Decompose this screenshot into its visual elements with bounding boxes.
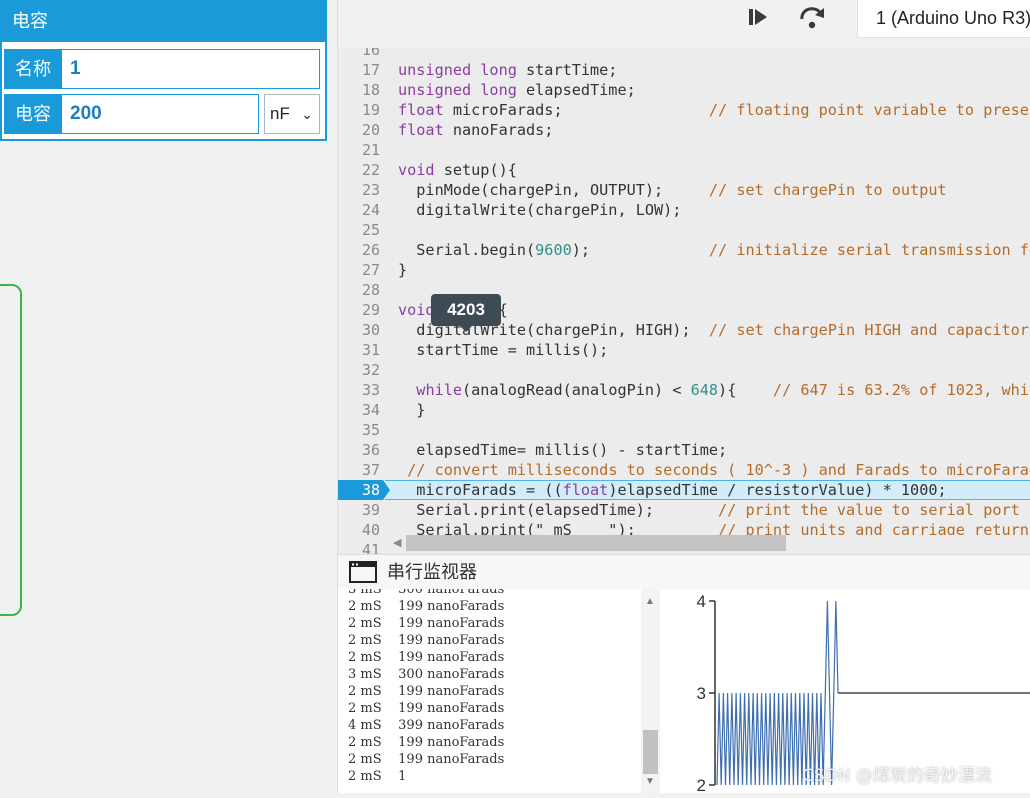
code-line: // convert milliseconds to seconds ( 10^… (407, 461, 1030, 479)
inspector-title: 电容 (2, 0, 325, 42)
serial-line: 3 mS 300 nanoFarads (348, 589, 505, 597)
scroll-left-icon[interactable]: ◀ (393, 536, 401, 549)
code-line: } (398, 401, 426, 419)
line-number[interactable]: 24 (338, 200, 380, 220)
code-line: startTime = millis(); (398, 341, 609, 359)
serial-line: 2 mS 199 nanoFarads (348, 599, 505, 614)
line-number[interactable]: 32 (338, 360, 380, 380)
unit-select[interactable]: nF ⌄ (264, 94, 320, 134)
line-number[interactable]: 20 (338, 120, 380, 140)
y-tick-label: 2 (697, 776, 706, 793)
serial-line: 2 mS 199 nanoFarads (348, 701, 505, 716)
code-line: void setup(){ (398, 161, 517, 179)
vertical-scroll-thumb[interactable] (643, 730, 658, 774)
device-select[interactable]: 1 (Arduino Uno R3) (857, 0, 1030, 38)
line-number[interactable]: 21 (338, 140, 380, 160)
code-line: float nanoFarads; (398, 121, 554, 139)
scroll-up-icon[interactable]: ▲ (645, 596, 655, 607)
capacitance-input[interactable]: 200 (62, 94, 259, 134)
code-line: pinMode(chargePin, OUTPUT); // set charg… (398, 181, 947, 199)
horizontal-scroll-thumb[interactable] (406, 535, 786, 551)
series-line (716, 600, 839, 786)
name-input[interactable]: 1 (62, 49, 320, 89)
serial-line: 2 mS 199 nanoFarads (348, 752, 505, 767)
line-number[interactable]: 39 (338, 500, 380, 520)
step-over-icon[interactable] (798, 4, 828, 30)
line-number[interactable]: 41 (338, 540, 380, 554)
serial-line: 2 mS 199 nanoFarads (348, 735, 505, 750)
code-line: while(analogRead(analogPin) < 648){ // 6… (416, 381, 1030, 399)
debug-toolbar: 1 (Arduino Uno R3) (337, 0, 1030, 48)
capacitance-row: 电容 200 (4, 94, 259, 134)
line-number[interactable]: 38 (338, 480, 380, 500)
line-number[interactable]: 28 (338, 280, 380, 300)
line-number[interactable]: 31 (338, 340, 380, 360)
code-line: elapsedTime= millis() - startTime; (398, 441, 728, 459)
line-number[interactable]: 17 (338, 60, 380, 80)
serial-monitor-icon (349, 561, 377, 583)
line-number[interactable]: 35 (338, 420, 380, 440)
component-outline (0, 284, 22, 616)
line-number[interactable]: 16 (338, 48, 380, 60)
code-line: Serial.print(elapsedTime); // print the … (398, 501, 1020, 519)
serial-monitor-title: 串行监视器 (387, 562, 477, 582)
line-number[interactable]: 22 (338, 160, 380, 180)
line-number[interactable]: 29 (338, 300, 380, 320)
code-line: } (398, 261, 408, 279)
code-line: microFarads = ((float)elapsedTime / resi… (398, 481, 947, 499)
code-line: digitalWrite(chargePin, LOW); (398, 201, 682, 219)
y-tick-label: 3 (697, 684, 706, 703)
serial-line: 2 mS 199 nanoFarads (348, 616, 505, 631)
line-number[interactable]: 33 (338, 380, 380, 400)
resume-icon[interactable] (747, 6, 769, 28)
code-editor[interactable]: 16 17 18 19 20 21 22 23 24 25 26 27 28 29 30 31 32 33 34 35… (337, 48, 1030, 554)
code-line: Serial.begin(9600); // initialize serial… (398, 241, 1030, 259)
serial-monitor-header[interactable]: 串行监视器 (337, 554, 1030, 589)
serial-line: 2 mS 199 nanoFarads (348, 650, 505, 665)
y-tick-label: 4 (697, 592, 706, 611)
line-number[interactable]: 34 (338, 400, 380, 420)
line-gutter: 16 17 18 19 20 21 22 23 24 25 26 27 28 29 30 31 32 33 34 35… (338, 48, 385, 554)
watermark: CSDN @煤炭的奇妙漂流 (802, 766, 992, 786)
code-line: float microFarads; // floating point var… (398, 101, 1030, 119)
serial-output: 3 mS 300 nanoFarads 2 mS 199 nanoFarads 2 … (337, 589, 660, 793)
line-number[interactable]: 26 (338, 240, 380, 260)
tooltip-arrow (460, 326, 472, 332)
unit-select-value: nF (270, 104, 290, 123)
name-label: 名称 (4, 49, 62, 89)
line-number[interactable]: 30 (338, 320, 380, 340)
line-number[interactable]: 23 (338, 180, 380, 200)
serial-line: 2 mS 199 nanoFarads (348, 633, 505, 648)
serial-line: 3 mS 300 nanoFarads (348, 667, 505, 682)
line-number[interactable]: 36 (338, 440, 380, 460)
name-row: 名称 1 (4, 49, 320, 89)
chevron-down-icon: ⌄ (301, 106, 313, 122)
component-panel: 电容 名称 1 电容 200 nF ⌄ (0, 0, 337, 793)
line-number[interactable]: 18 (338, 80, 380, 100)
line-number[interactable]: 37 (338, 460, 380, 480)
line-number[interactable]: 40 (338, 520, 380, 540)
scroll-down-icon[interactable]: ▼ (645, 776, 655, 787)
line-number[interactable]: 25 (338, 220, 380, 240)
serial-line: 4 mS 399 nanoFarads (348, 718, 505, 733)
code-line: unsigned long elapsedTime; (398, 81, 636, 99)
serial-line: 2 mS 199 nanoFarads (348, 684, 505, 699)
capacitance-label: 电容 (4, 94, 62, 134)
serial-line: 2 mS 1 (348, 769, 407, 784)
value-tooltip: 4203 (431, 294, 501, 326)
line-number[interactable]: 27 (338, 260, 380, 280)
code-line: unsigned long startTime; (398, 61, 618, 79)
line-number[interactable]: 19 (338, 100, 380, 120)
